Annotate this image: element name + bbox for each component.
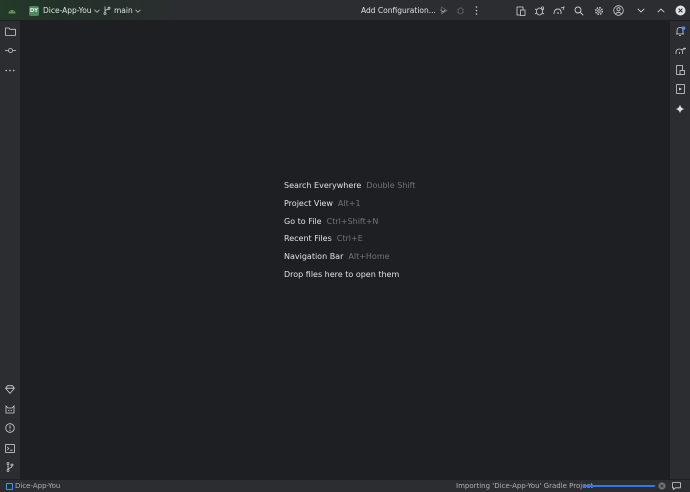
empty-editor-hints: Search Everywhere Double Shift Project V… [284, 177, 415, 283]
task-progress-bar [583, 485, 656, 487]
gradle-icon[interactable] [673, 43, 687, 57]
hint-label: Drop files here to open them [284, 269, 400, 279]
search-icon[interactable] [572, 4, 585, 17]
problems-icon[interactable] [3, 421, 17, 435]
commit-icon[interactable] [3, 43, 17, 57]
left-tool-strip [0, 21, 21, 479]
right-tool-strip [669, 21, 690, 479]
event-log-icon[interactable] [671, 481, 681, 491]
status-bar: Dice-App-You Importing 'Dice-App-You' Gr… [0, 479, 690, 492]
hint-shortcut: Ctrl+E [336, 234, 363, 244]
run-config-label: Add Configuration... [361, 6, 436, 15]
settings-gear-icon[interactable] [592, 4, 605, 17]
hint-project-view: Project View Alt+1 [284, 195, 415, 213]
hint-search-everywhere: Search Everywhere Double Shift [284, 177, 415, 195]
cancel-task-icon[interactable] [657, 481, 667, 491]
hint-label: Navigation Bar [284, 252, 344, 262]
module-icon [6, 482, 13, 490]
run-configuration-selector[interactable]: Add Configuration... [361, 0, 446, 21]
run-icon[interactable] [437, 4, 450, 17]
branch-widget[interactable]: main [103, 0, 141, 21]
account-icon[interactable] [612, 4, 625, 17]
project-widget[interactable]: DY Dice-App-You [29, 0, 100, 21]
hint-drop-files: Drop files here to open them [284, 265, 415, 283]
notifications-bell-icon[interactable] [673, 24, 687, 38]
more-tool-windows-icon[interactable] [3, 63, 17, 77]
status-project-name: Dice-App-You [15, 482, 61, 490]
branch-name: main [114, 6, 133, 15]
hint-shortcut: Double Shift [366, 181, 416, 191]
chevron-down-icon [93, 8, 100, 13]
task-label: Importing 'Dice-App-You' Gradle Project [456, 482, 594, 490]
maximize-chevron-up-icon[interactable] [654, 4, 667, 17]
gradle-sync-icon[interactable] [552, 4, 565, 17]
hint-navigation-bar: Navigation Bar Alt+Home [284, 248, 415, 266]
hint-shortcut: Alt+Home [348, 252, 390, 262]
project-folder-icon[interactable] [3, 24, 17, 38]
minimize-chevron-down-icon[interactable] [634, 4, 647, 17]
background-task[interactable]: Importing 'Dice-App-You' Gradle Project [456, 480, 593, 492]
hint-label: Project View [284, 199, 333, 209]
debug-icon[interactable] [454, 4, 467, 17]
android-icon [6, 0, 18, 21]
progress-fill [583, 485, 655, 487]
app-inspection-icon[interactable] [533, 4, 546, 17]
hint-shortcut: Alt+1 [337, 199, 361, 209]
project-name: Dice-App-You [43, 6, 92, 15]
device-file-explorer-icon[interactable] [673, 63, 687, 77]
chevron-down-icon [134, 8, 141, 13]
project-badge: DY [29, 5, 39, 16]
terminal-icon[interactable] [3, 441, 17, 455]
hint-recent-files: Recent Files Ctrl+E [284, 230, 415, 248]
close-icon[interactable] [674, 4, 687, 17]
running-devices-icon[interactable] [673, 82, 687, 96]
hint-label: Go to File [284, 216, 322, 226]
logcat-icon[interactable] [3, 402, 17, 416]
hint-go-to-file: Go to File Ctrl+Shift+N [284, 212, 415, 230]
build-variants-icon[interactable] [3, 382, 17, 396]
status-breadcrumb[interactable]: Dice-App-You [6, 480, 60, 492]
device-manager-icon[interactable] [514, 4, 527, 17]
gemini-sparkle-icon[interactable] [673, 102, 687, 116]
hint-shortcut: Ctrl+Shift+N [326, 216, 379, 226]
hint-label: Search Everywhere [284, 181, 362, 191]
editor-empty-area: Search Everywhere Double Shift Project V… [21, 21, 669, 479]
hint-label: Recent Files [284, 234, 332, 244]
more-options-icon[interactable] [470, 4, 483, 17]
version-control-icon[interactable] [3, 460, 17, 474]
branch-icon [103, 6, 111, 15]
title-bar: DY Dice-App-You main Add Configuration..… [0, 0, 690, 21]
